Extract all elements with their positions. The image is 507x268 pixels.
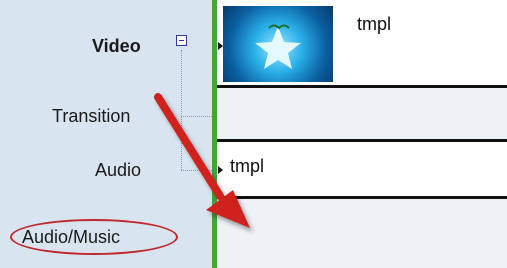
red-arrow-icon: [154, 93, 250, 228]
